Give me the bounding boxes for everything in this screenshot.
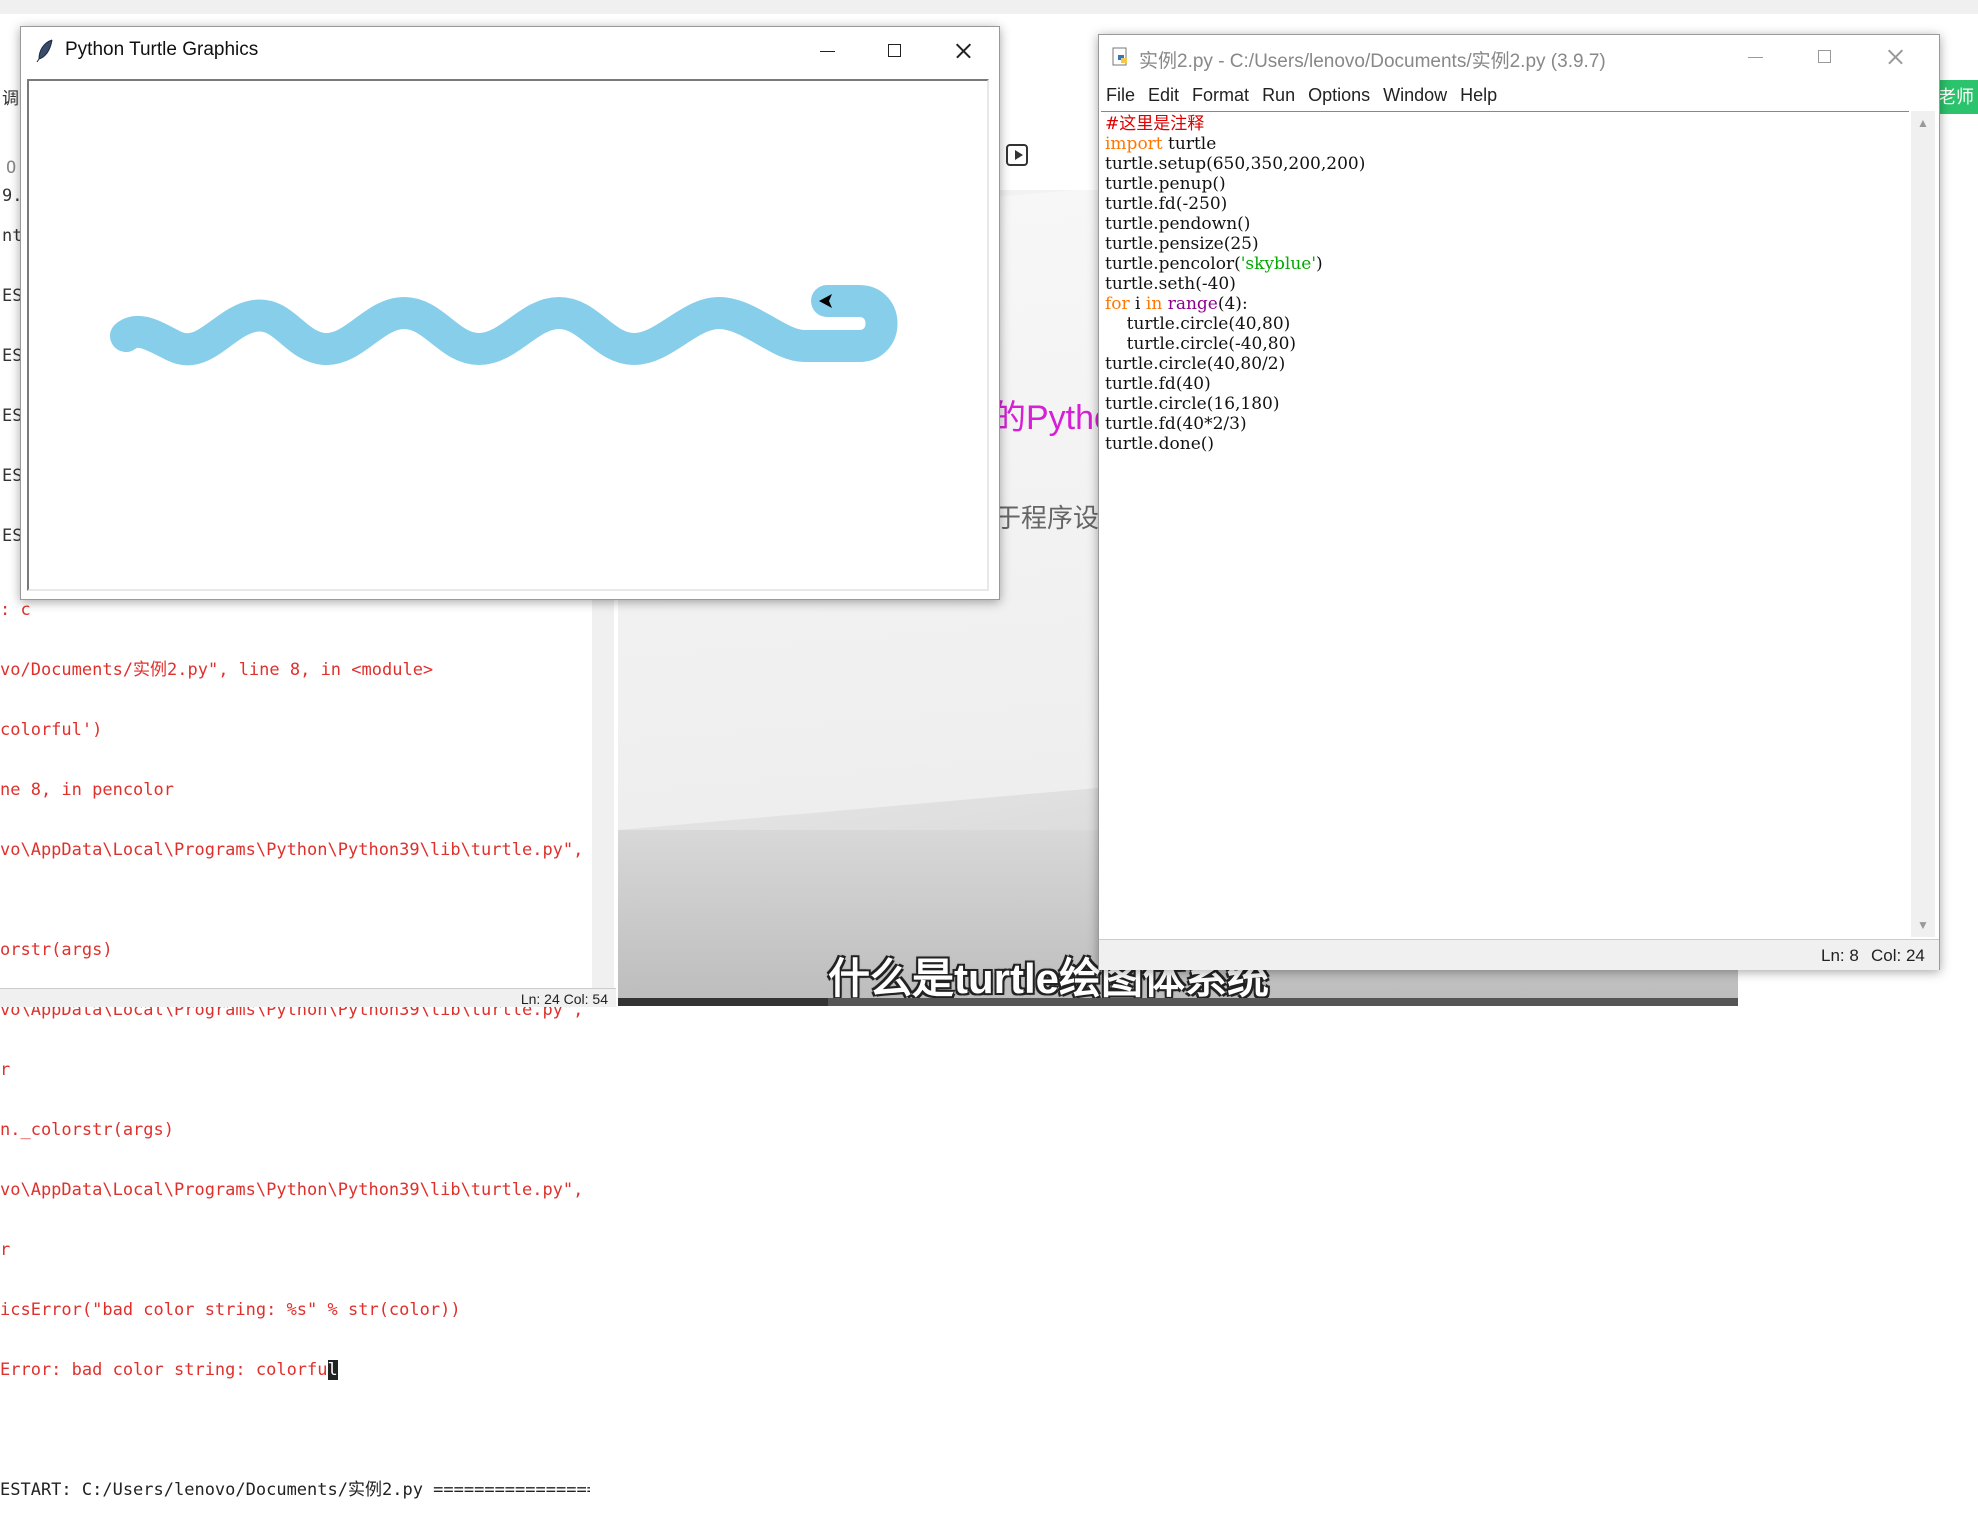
shell-output-line: vo/Documents/实例2.py", line 8, in <module… — [0, 660, 434, 680]
shell-error-line: Error: bad color string: colorful — [0, 1360, 338, 1380]
turtle-graphics-window[interactable]: Python Turtle Graphics — [20, 26, 1000, 600]
shell-output-line: vo\AppData\Local\Programs\Python\Python3… — [0, 1180, 590, 1200]
maximize-button[interactable] — [861, 27, 929, 75]
minimize-button[interactable] — [1721, 35, 1791, 79]
video-slide-text: 于程序设 — [995, 503, 1100, 533]
status-col: Col: 24 — [1871, 946, 1925, 965]
code-line[interactable]: turtle.pendown() — [1105, 214, 1365, 234]
shell-output-line: colorful') — [0, 720, 103, 740]
close-button[interactable] — [1861, 35, 1931, 79]
shell-output-line: vo\AppData\Local\Programs\Python\Python3… — [0, 840, 590, 860]
code-line[interactable]: for i in range(4): — [1105, 294, 1365, 314]
shell-status-text: Ln: 24 Col: 54 — [520, 991, 608, 1007]
code-line[interactable]: turtle.done() — [1105, 434, 1365, 454]
shell-output-line: orstr(args) — [0, 940, 113, 960]
turtle-canvas[interactable] — [27, 79, 989, 591]
python-file-icon — [1112, 47, 1127, 66]
code-text[interactable]: #这里是注释 import turtle turtle.setup(650,350,… — [1105, 114, 1365, 454]
shell-output-line: icsError("bad color string: %s" % str(co… — [0, 1300, 461, 1320]
close-button[interactable] — [929, 27, 997, 75]
code-line[interactable]: turtle.fd(40) — [1105, 374, 1365, 394]
minimize-button[interactable] — [793, 27, 861, 75]
video-slide-title: 的Pytho — [992, 399, 1113, 437]
shell-restart-line: ESTART: C:/Users/lenovo/Documents/实例2.py… — [0, 1480, 590, 1500]
desktop-top-strip — [0, 0, 1978, 14]
code-line[interactable]: turtle.circle(40,80) — [1105, 314, 1365, 334]
shell-output-line: r — [0, 1240, 11, 1260]
turtle-window-title: Python Turtle Graphics — [65, 39, 259, 60]
idle-menubar: File Edit Format Run Options Window Help — [1099, 79, 1939, 109]
editor-scrollbar[interactable]: ▲ ▼ — [1911, 111, 1935, 937]
shell-output-line: ne 8, in pencolor — [0, 780, 174, 800]
video-progress-bar[interactable] — [618, 998, 1738, 1006]
code-line[interactable]: turtle.penup() — [1105, 174, 1365, 194]
shell-status-bar: Ln: 24 Col: 54 — [0, 988, 616, 1007]
feather-icon — [36, 39, 53, 63]
idle-status-bar: Ln: 8 Col: 24 — [1099, 939, 1939, 970]
shell-output-line: : c — [0, 600, 31, 620]
code-line[interactable]: turtle.circle(40,80/2) — [1105, 354, 1365, 374]
idle-titlebar[interactable]: 实例2.py - C:/Users/lenovo/Documents/实例2.p… — [1099, 35, 1939, 79]
code-line[interactable]: turtle.seth(-40) — [1105, 274, 1365, 294]
shell-scrollbar[interactable] — [592, 580, 614, 990]
menu-edit[interactable]: Edit — [1141, 79, 1185, 106]
menu-run[interactable]: Run — [1255, 79, 1301, 106]
menu-format[interactable]: Format — [1185, 79, 1255, 106]
play-icon[interactable] — [1006, 144, 1028, 166]
code-line[interactable]: turtle.fd(-250) — [1105, 194, 1365, 214]
shell-output-line: r — [0, 1060, 11, 1080]
status-line: Ln: 8 — [1821, 946, 1859, 965]
code-line[interactable]: #这里是注释 — [1105, 114, 1365, 134]
video-progress-fill — [618, 998, 828, 1006]
shell-menu-fragment[interactable]: 调 — [2, 84, 19, 109]
scroll-down-icon[interactable]: ▼ — [1917, 919, 1929, 931]
idle-window-title: 实例2.py - C:/Users/lenovo/Documents/实例2.p… — [1139, 51, 1606, 72]
shell-tab-fragment: O — [6, 158, 17, 178]
idle-editor-window[interactable]: 实例2.py - C:/Users/lenovo/Documents/实例2.p… — [1098, 34, 1940, 970]
menu-options[interactable]: Options — [1301, 79, 1376, 106]
menu-window[interactable]: Window — [1376, 79, 1453, 106]
text-caret: l — [327, 1360, 338, 1380]
scroll-up-icon[interactable]: ▲ — [1917, 117, 1929, 129]
maximize-button[interactable] — [1791, 35, 1861, 79]
code-line[interactable]: turtle.pencolor('skyblue') — [1105, 254, 1365, 274]
turtle-titlebar[interactable]: Python Turtle Graphics — [21, 27, 999, 75]
code-line[interactable]: import turtle — [1105, 134, 1365, 154]
snake-stroke — [110, 285, 898, 366]
code-line[interactable]: turtle.circle(-40,80) — [1105, 334, 1365, 354]
code-editor[interactable]: #这里是注释 import turtle turtle.setup(650,350,… — [1101, 111, 1909, 938]
shell-output-line: n._colorstr(args) — [0, 1120, 174, 1140]
menu-file[interactable]: File — [1099, 79, 1141, 106]
shell-error-output: : c vo/Documents/实例2.py", line 8, in <mo… — [0, 560, 590, 1520]
code-line[interactable]: turtle.pensize(25) — [1105, 234, 1365, 254]
menu-help[interactable]: Help — [1453, 79, 1503, 106]
turtle-drawing — [110, 285, 898, 366]
code-line[interactable]: turtle.fd(40*2/3) — [1105, 414, 1365, 434]
code-line[interactable]: turtle.circle(16,180) — [1105, 394, 1365, 414]
code-line[interactable]: turtle.setup(650,350,200,200) — [1105, 154, 1365, 174]
